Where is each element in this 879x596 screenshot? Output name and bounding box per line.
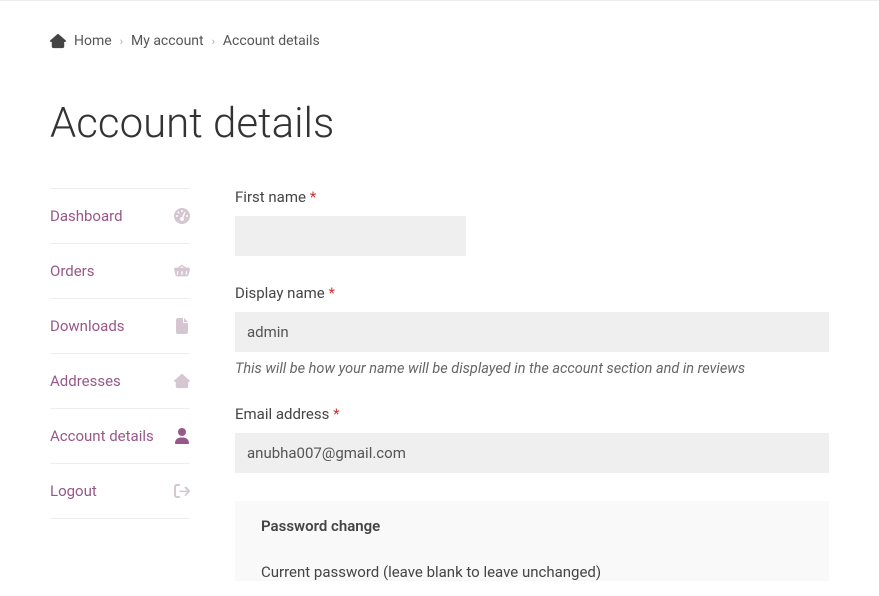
account-nav: Dashboard Orders Downloads Addresses Acc… xyxy=(50,188,190,591)
display-name-input[interactable] xyxy=(235,312,829,352)
breadcrumb-current: Account details xyxy=(223,33,320,49)
nav-account-details[interactable]: Account details xyxy=(50,409,190,464)
chevron-right-icon: › xyxy=(212,35,215,48)
nav-addresses[interactable]: Addresses xyxy=(50,354,190,409)
breadcrumb: Home › My account › Account details xyxy=(50,11,829,99)
password-change-legend: Password change xyxy=(235,501,406,541)
file-icon xyxy=(174,318,190,334)
breadcrumb-home[interactable]: Home xyxy=(74,33,112,49)
home-icon xyxy=(50,33,66,49)
nav-logout[interactable]: Logout xyxy=(50,464,190,519)
email-input[interactable] xyxy=(235,433,829,473)
nav-label: Orders xyxy=(50,262,95,280)
house-icon xyxy=(174,373,190,389)
user-icon xyxy=(174,428,190,444)
basket-icon xyxy=(174,263,190,279)
logout-icon xyxy=(174,483,190,499)
dashboard-icon xyxy=(174,208,190,224)
nav-orders[interactable]: Orders xyxy=(50,244,190,299)
nav-label: Account details xyxy=(50,427,154,445)
nav-label: Addresses xyxy=(50,372,121,390)
display-name-label: Display name * xyxy=(235,284,829,302)
nav-dashboard[interactable]: Dashboard xyxy=(50,188,190,244)
password-change-fieldset: Password change Current password (leave … xyxy=(235,501,829,581)
current-password-label: Current password (leave blank to leave u… xyxy=(261,563,803,581)
nav-downloads[interactable]: Downloads xyxy=(50,299,190,354)
nav-label: Dashboard xyxy=(50,207,123,225)
breadcrumb-myaccount[interactable]: My account xyxy=(131,33,204,49)
email-label: Email address * xyxy=(235,405,829,423)
chevron-right-icon: › xyxy=(120,35,123,48)
display-name-hint: This will be how your name will be displ… xyxy=(235,360,829,377)
first-name-input[interactable] xyxy=(235,216,466,256)
nav-label: Downloads xyxy=(50,317,125,335)
account-form: First name * Display name * This will be… xyxy=(235,188,829,591)
first-name-label: First name * xyxy=(235,188,466,206)
nav-label: Logout xyxy=(50,482,97,500)
page-title: Account details xyxy=(50,99,829,148)
